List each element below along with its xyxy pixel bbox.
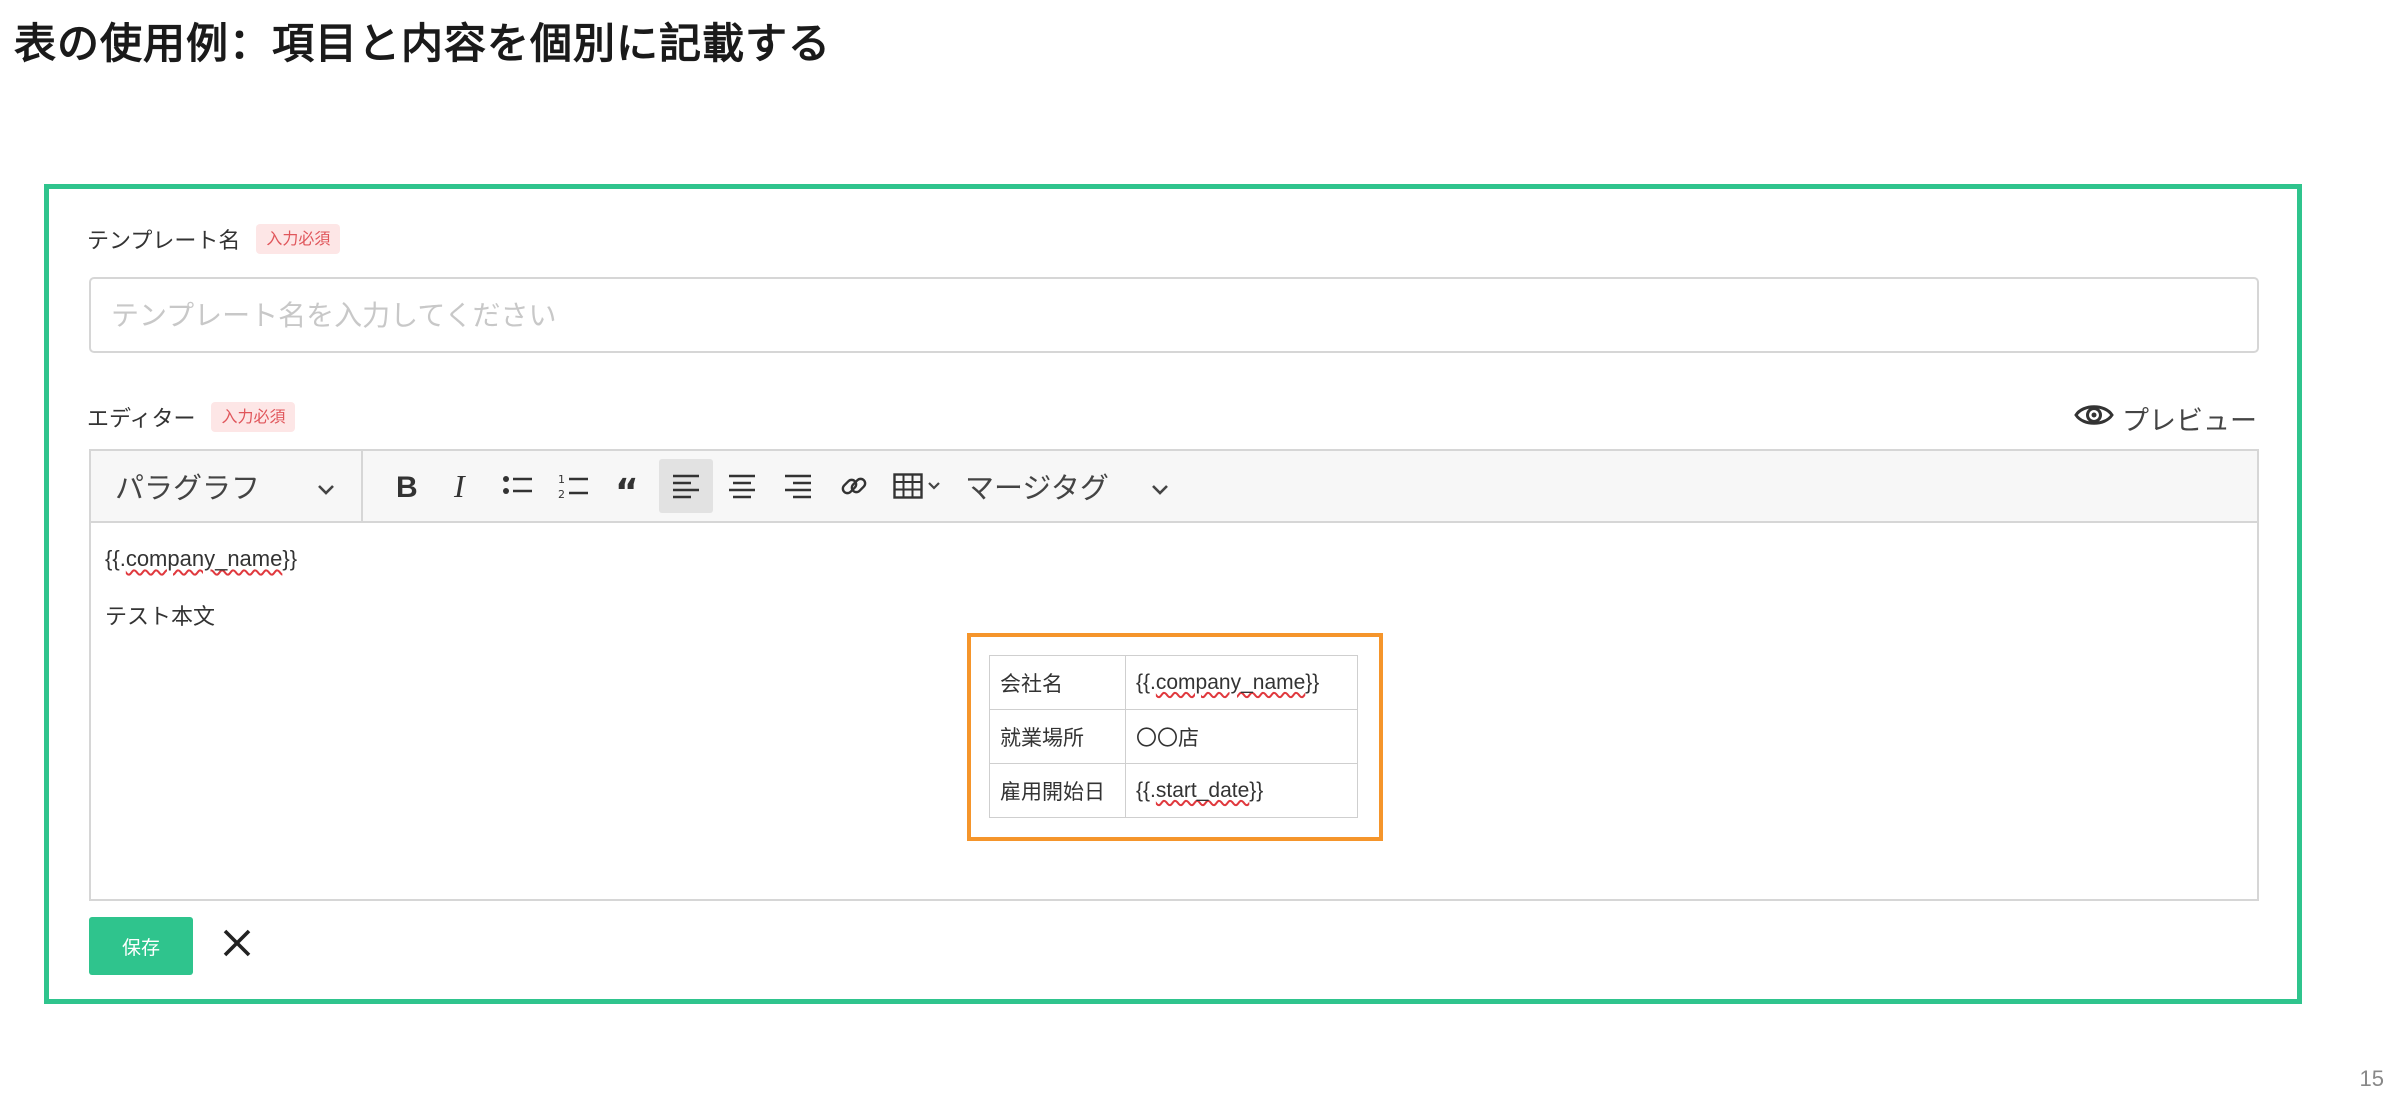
merge-tag-text: company_name <box>125 546 283 571</box>
preview-button[interactable]: プレビュー <box>2074 399 2257 438</box>
close-button[interactable] <box>217 925 257 965</box>
save-button[interactable]: 保存 <box>89 917 193 975</box>
table-key-cell[interactable]: 雇用開始日 <box>989 763 1126 818</box>
align-right-icon <box>783 473 813 499</box>
italic-button[interactable]: I <box>435 459 489 513</box>
template-name-label-row: テンプレート名 入力必須 <box>87 223 341 255</box>
svg-text:B: B <box>396 471 418 501</box>
template-name-label: テンプレート名 <box>87 229 241 254</box>
link-icon <box>839 471 869 501</box>
merge-tag-label: マージタグ <box>965 471 1109 505</box>
table-icon <box>893 473 923 499</box>
content-table[interactable]: 会社名 {{.company_name}} 就業場所 〇〇店 雇用開始日 {{.start… <box>989 655 1358 818</box>
chevron-down-icon <box>1151 469 1169 503</box>
table-value-cell[interactable]: {{.start_date}} <box>1125 763 1358 818</box>
insert-table-button[interactable] <box>883 459 951 513</box>
bold-button[interactable]: B <box>379 459 433 513</box>
template-name-input[interactable] <box>89 277 2259 353</box>
table-highlight-box: 会社名 {{.company_name}} 就業場所 〇〇店 雇用開始日 {{.start… <box>967 633 1383 841</box>
page-number: 15 <box>2359 1066 2384 1091</box>
table-row: 就業場所 〇〇店 <box>989 709 1358 764</box>
paragraph-format-label: パラグラフ <box>115 471 261 505</box>
table-value-cell[interactable]: 〇〇店 <box>1125 709 1358 764</box>
link-button[interactable] <box>827 459 881 513</box>
preview-label: プレビュー <box>2122 406 2257 437</box>
blockquote-icon: “ <box>615 474 645 498</box>
align-right-button[interactable] <box>771 459 825 513</box>
close-icon <box>221 927 253 963</box>
bulleted-list-button[interactable] <box>491 459 545 513</box>
table-row: 会社名 {{.company_name}} <box>989 655 1358 710</box>
align-center-icon <box>727 473 757 499</box>
template-form-panel: テンプレート名 入力必須 エディター 入力必須 プレビュー パラグラフ <box>44 184 2302 1004</box>
slide-title: 表の使用例：項目と内容を個別に記載する <box>14 19 832 68</box>
eye-icon <box>2074 402 2114 435</box>
svg-text:“: “ <box>615 474 639 498</box>
required-badge: 入力必須 <box>211 402 296 432</box>
content-line-company-name: {{.company_name}} <box>105 546 298 571</box>
numbered-list-icon: 1 2 <box>558 472 590 500</box>
bold-icon: B <box>392 471 420 501</box>
table-key-cell[interactable]: 就業場所 <box>989 709 1126 764</box>
editor-label-row: エディター 入力必須 <box>87 401 296 433</box>
svg-text:2: 2 <box>558 488 565 500</box>
merge-tag-dropdown[interactable]: マージタグ <box>965 465 1175 507</box>
required-badge: 入力必須 <box>256 224 341 254</box>
chevron-down-icon <box>927 481 941 491</box>
align-left-button[interactable] <box>659 459 713 513</box>
table-value-cell[interactable]: {{.company_name}} <box>1125 655 1358 710</box>
align-center-button[interactable] <box>715 459 769 513</box>
content-line-body: テスト本文 <box>105 604 216 630</box>
merge-tag-text: company_name <box>1155 670 1306 694</box>
svg-text:I: I <box>453 471 466 501</box>
italic-icon: I <box>448 471 476 501</box>
editor-content[interactable]: {{.company_name}} テスト本文 会社名 {{.company_na… <box>91 523 2257 841</box>
rich-text-editor: パラグラフ B I 1 2 “ マージタグ {{.company_name}} … <box>89 449 2259 901</box>
numbered-list-button[interactable]: 1 2 <box>547 459 601 513</box>
table-row: 雇用開始日 {{.start_date}} <box>989 763 1358 818</box>
table-key-cell[interactable]: 会社名 <box>989 655 1126 710</box>
blockquote-button[interactable]: “ <box>603 459 657 513</box>
align-left-icon <box>671 473 701 499</box>
editor-toolbar: パラグラフ B I 1 2 “ マージタグ <box>91 451 2257 523</box>
bulleted-list-icon <box>502 473 534 499</box>
merge-tag-text: start_date <box>1155 778 1250 802</box>
paragraph-format-dropdown[interactable]: パラグラフ <box>91 451 363 521</box>
chevron-down-icon <box>317 469 335 503</box>
svg-text:1: 1 <box>558 473 565 486</box>
editor-label: エディター <box>87 407 196 432</box>
